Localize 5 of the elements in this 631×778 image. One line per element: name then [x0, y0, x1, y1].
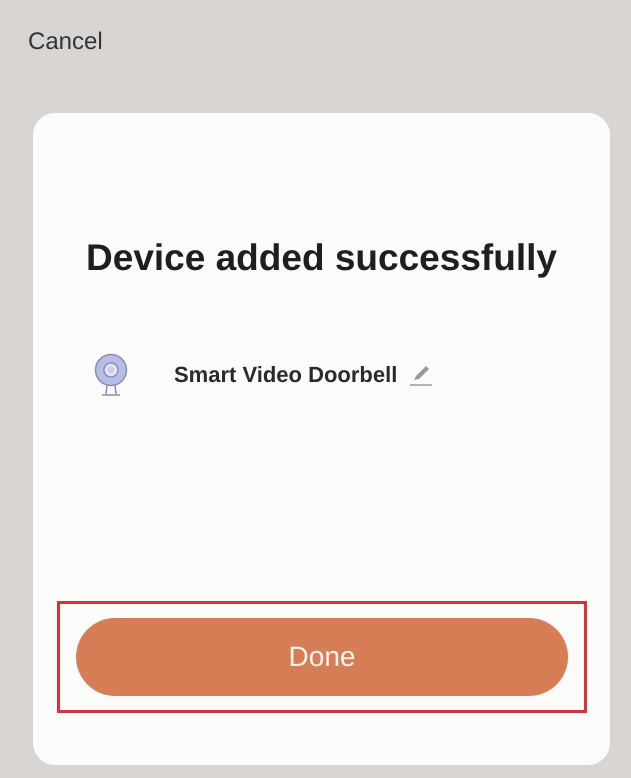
- device-name: Smart Video Doorbell: [174, 362, 398, 388]
- cancel-link[interactable]: Cancel: [28, 28, 103, 55]
- edit-pencil-icon[interactable]: [409, 363, 434, 387]
- camera-icon: [94, 353, 128, 397]
- success-title: Device added successfully: [86, 237, 557, 279]
